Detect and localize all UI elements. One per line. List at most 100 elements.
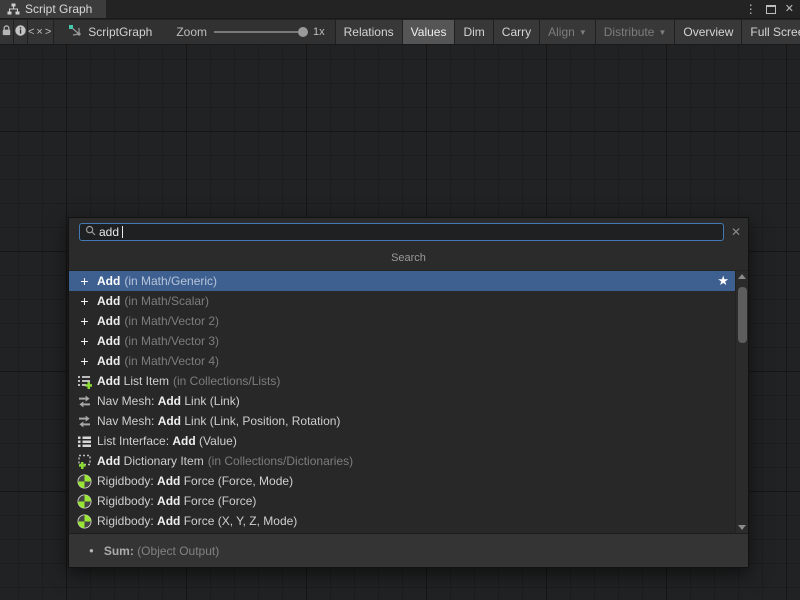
search-input[interactable]: add [79,223,724,241]
graph-breadcrumb[interactable]: ScriptGraph [54,20,166,44]
edit-source-button[interactable]: <×> [28,20,54,44]
scroll-down-icon[interactable] [738,525,746,530]
scrollbar[interactable] [735,271,748,533]
favorite-star-icon[interactable]: ★ [717,273,729,289]
result-match: Add [158,394,181,408]
plus-icon: + [77,294,92,309]
footer-detail: (Object Output) [137,544,219,558]
plus-icon: + [77,334,92,349]
lock-icon [0,24,13,40]
toolbar-button-full-screen[interactable]: Full Screen [742,20,800,44]
finder-result-row[interactable]: +Add(in Math/Generic)★ [69,271,735,291]
result-text: Add(in Math/Vector 2) [97,314,219,328]
finder-result-row[interactable]: Rigidbody: Add Force (Force, Mode) [69,471,735,491]
toolbar-button-label: Overview [683,25,733,39]
clear-search-icon[interactable]: ✕ [731,226,741,238]
toolbar-button-label: Distribute [604,25,655,39]
result-match: Add [157,474,180,488]
toolbar-button-relations[interactable]: Relations [336,20,403,44]
window-maximize-icon[interactable] [766,5,776,14]
finder-header: Search [69,246,748,270]
result-prefix: Rigidbody: [97,514,157,528]
result-suffix: Dictionary Item [120,454,203,468]
toolbar-button-label: Align [548,25,575,39]
result-suffix: Link (Link, Position, Rotation) [181,414,340,428]
output-bullet-icon: ● [89,546,94,555]
zoom-control: Zoom 1x [166,20,335,44]
dict-add-icon [77,454,92,469]
toolbar-button-dim[interactable]: Dim [455,20,493,44]
result-match: Add [157,514,180,528]
finder-result-row[interactable]: +Add(in Math/Vector 3) [69,331,735,351]
finder-footer: ● Sum: (Object Output) [69,533,748,567]
toolbar-button-values[interactable]: Values [403,20,456,44]
result-match: Add [97,374,120,388]
toolbar-button-label: Dim [463,25,484,39]
result-prefix: Nav Mesh: [97,414,158,428]
finder-result-row[interactable]: Add List Item(in Collections/Lists) [69,371,735,391]
toolbar-button-label: Carry [502,25,531,39]
hierarchy-icon [7,3,20,15]
finder-result-row[interactable]: + Add (in Math/Scalar) [69,291,735,311]
result-match: Add [157,494,180,508]
rigidbody-icon [77,494,92,509]
info-icon [14,24,27,40]
finder-result-row[interactable]: + Add(in Math/Vector 2) [69,311,735,331]
result-text: Nav Mesh: Add Link (Link, Position, Rota… [97,414,340,428]
info-button[interactable] [14,20,28,44]
finder-result-row[interactable]: Rigidbody: Add Force (Force) [69,491,735,511]
result-ctx: (in Collections/Lists) [173,374,280,388]
toolbar-button-carry[interactable]: Carry [494,20,540,44]
result-match: Add [97,314,120,328]
result-ctx: (in Math/Vector 3) [124,334,219,348]
zoom-label: Zoom [176,25,207,39]
titlebar-spacer [106,0,744,18]
plus-icon: + [77,314,92,329]
result-text: Add(in Math/Generic) [97,274,217,288]
result-match: Add [158,414,181,428]
scroll-up-icon[interactable] [738,274,746,279]
result-ctx: (in Collections/Dictionaries) [208,454,353,468]
finder-result-row[interactable]: Nav Mesh: Add Link (Link) [69,391,735,411]
result-match: Add [97,294,120,308]
rigidbody-icon [77,514,92,529]
finder-result-row[interactable]: Rigidbody: Add Force (X, Y, Z, Mode) [69,511,735,531]
result-text: Add (in Math/Vector 4) [97,354,219,368]
result-text: Rigidbody: Add Force (Force, Mode) [97,474,293,488]
finder-result-row[interactable]: +Add(in Math/Vector 4) [69,351,735,371]
graph-canvas[interactable]: add ✕ Search +Add(in Math/Generic)★+Add(… [0,45,800,600]
graph-icon [68,24,82,40]
title-bar: Script Graph ⋮ ✕ [0,0,800,19]
result-prefix: Rigidbody: [97,474,157,488]
zoom-value: 1x [313,26,325,38]
tab-script-graph[interactable]: Script Graph [0,0,106,18]
tab-title: Script Graph [25,2,92,16]
text-caret [122,226,123,238]
zoom-slider[interactable] [214,31,306,33]
finder-search-row: add ✕ [69,218,748,246]
toolbar-button-align: Align ▼ [540,20,596,44]
window-menu-icon[interactable]: ⋮ [745,3,757,15]
result-match: Add [97,354,120,368]
result-text: Nav Mesh: Add Link (Link) [97,394,240,408]
finder-list-wrap: + Add(in Math/Generic) ★ + Add (in Math/Scala… [69,270,748,533]
toolbar-button-overview[interactable]: Overview [675,20,742,44]
window-close-icon[interactable]: ✕ [785,4,794,15]
chevron-down-icon: ▼ [579,28,587,37]
result-text: List Interface: Add (Value) [97,434,237,448]
graph-toolbar: <×> ScriptGraph Zoom 1x RelationsValues D… [0,20,800,45]
lock-button[interactable] [0,20,14,44]
result-ctx: (in Math/Scalar) [124,294,209,308]
result-text: Rigidbody: Add Force (X, Y, Z, Mode) [97,514,297,528]
navmesh-icon [77,414,92,429]
result-ctx: (in Math/Vector 4) [124,354,219,368]
zoom-slider-handle[interactable] [298,27,308,37]
graph-label: ScriptGraph [88,25,152,39]
finder-result-row[interactable]: List Interface: Add (Value) [69,431,735,451]
finder-results-list: + Add(in Math/Generic) ★ + Add (in Math/Scala… [69,271,735,533]
result-match: Add [97,274,120,288]
scrollbar-thumb[interactable] [738,287,747,343]
finder-result-row[interactable]: Nav Mesh: Add Link (Link, Position, Rota… [69,411,735,431]
result-suffix: Link (Link) [181,394,240,408]
finder-result-row[interactable]: Add Dictionary Item(in Collections/Dicti… [69,451,735,471]
